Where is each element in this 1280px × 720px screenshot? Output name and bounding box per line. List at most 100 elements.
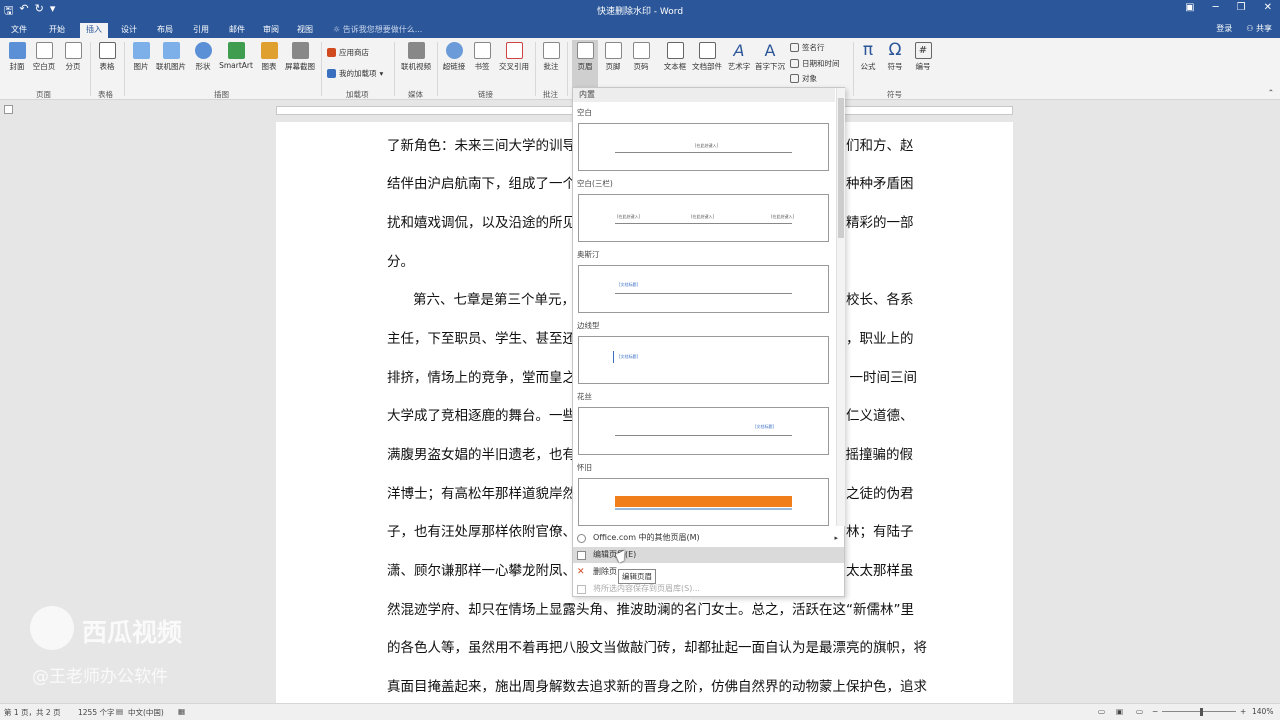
language[interactable]: 中文(中国) (128, 707, 164, 718)
remove-header-menu-item[interactable]: ✕ 删除页 (573, 564, 844, 580)
screenshot-icon (291, 42, 309, 59)
tab-mailings[interactable]: 邮件 (222, 23, 252, 38)
text-fragment: 精彩的一部 (846, 215, 914, 231)
text-fragment: ，职业上的 (846, 331, 914, 347)
bookmark-button[interactable]: 书签 (471, 42, 493, 72)
separator (124, 42, 125, 96)
gallery-item-title: 边线型 (577, 321, 600, 330)
tab-insert[interactable]: 插入 (80, 23, 108, 38)
gallery-item-austin[interactable]: [文档标题] (578, 265, 829, 313)
gallery-section-header: 内置 (573, 88, 835, 102)
gallery-item-filigree[interactable]: [文档标题] (578, 407, 829, 455)
tell-me-box[interactable]: ☼ 告诉我您想要做什么... (333, 24, 422, 35)
cover-page-button[interactable]: 封面 (6, 42, 28, 72)
tab-view[interactable]: 视图 (290, 23, 320, 38)
text-fragment: 林；有陆子 (846, 524, 914, 540)
hyperlink-button[interactable]: 超链接 (441, 42, 467, 72)
tab-file[interactable]: 文件 (4, 23, 34, 38)
gallery-item-retrospect[interactable] (578, 478, 829, 526)
gallery-item-blank[interactable]: [在此处键入] (578, 123, 829, 171)
print-layout-icon[interactable]: ▣ (1116, 707, 1123, 716)
zoom-out-icon[interactable]: − (1152, 707, 1158, 716)
my-addins-button[interactable]: 我的加载项 ▾ (327, 68, 383, 79)
macro-icon[interactable]: ▦ (178, 707, 185, 716)
page-break-button[interactable]: 分页 (62, 42, 84, 72)
word-count[interactable]: 1255 个字 (78, 707, 114, 718)
chevron-up-icon: ⌃ (1267, 88, 1274, 97)
table-button[interactable]: 表格 (96, 42, 118, 72)
web-layout-icon[interactable]: ▭ (1136, 707, 1143, 716)
comment-button[interactable]: 批注 (539, 42, 563, 72)
symbol-button[interactable]: Ω 符号 (884, 42, 906, 72)
footer-button[interactable]: 页脚 (601, 42, 625, 72)
header-gallery-dropdown: 内置 空白 [在此处键入] 空白(三栏) [在此处键入] [在此处键入] [在此… (572, 87, 845, 597)
online-picture-button[interactable]: 联机图片 (154, 42, 188, 72)
text-line: 扰和嬉戏调侃，以及沿途的所见 (387, 215, 576, 231)
share-button[interactable]: ⚇ 共享 (1246, 23, 1272, 34)
blank-page-button[interactable]: 空白页 (30, 42, 58, 72)
more-headers-label: Office.com 中的其他页眉(M) (593, 533, 700, 542)
text-fragment: 太太那样虽 (846, 563, 914, 579)
quick-parts-button[interactable]: 文档部件 (690, 42, 724, 72)
read-mode-icon[interactable]: ▭ (1098, 707, 1105, 716)
page-count[interactable]: 第 1 页，共 2 页 (4, 707, 61, 718)
tab-references[interactable]: 引用 (186, 23, 216, 38)
gallery-item-blank-three-column[interactable]: [在此处键入] [在此处键入] [在此处键入] (578, 194, 829, 242)
online-video-button[interactable]: 联机视频 (398, 42, 434, 72)
datetime-button[interactable]: 日期和时间 (790, 58, 840, 69)
gallery-scrollbar[interactable] (836, 88, 845, 526)
gallery-item-sideline[interactable]: [文档标题] (578, 336, 829, 384)
smartart-button[interactable]: SmartArt (218, 42, 254, 70)
picture-label: 图片 (133, 62, 149, 71)
dropcap-button[interactable]: A 首字下沉 (753, 42, 787, 72)
tab-selector[interactable] (4, 105, 13, 114)
wordart-icon: A (733, 41, 745, 60)
tab-layout[interactable]: 布局 (150, 23, 180, 38)
cross-reference-button[interactable]: 交叉引用 (496, 42, 532, 72)
more-headers-menu-item[interactable]: Office.com 中的其他页眉(M) ▸ (573, 530, 844, 546)
tab-home[interactable]: 开始 (42, 23, 72, 38)
signature-line-button[interactable]: 签名行 (790, 42, 825, 53)
edit-header-menu-item[interactable]: 编辑页眉(E) (573, 547, 844, 563)
user-area: 登录 ⚇ 共享 (1216, 23, 1272, 34)
proofing-icon[interactable]: ▤ (116, 707, 123, 716)
header-line (615, 152, 792, 153)
page-number-button[interactable]: 页码 (629, 42, 653, 72)
chart-button[interactable]: 图表 (258, 42, 280, 72)
login-link[interactable]: 登录 (1216, 23, 1232, 34)
cover-icon (8, 42, 26, 59)
window-title: 快速删除水印 - Word (596, 7, 684, 17)
vertical-scrollbar[interactable] (1268, 119, 1280, 703)
app-store-button[interactable]: 应用商店 (327, 47, 369, 58)
text-line: 潇、顾尔谦那样一心攀龙附凤、 (387, 563, 576, 579)
zoom-slider-thumb[interactable] (1200, 708, 1203, 716)
separator (321, 42, 322, 96)
object-button[interactable]: 对象 (790, 73, 817, 84)
text-fragment: 种种矛盾困 (846, 176, 914, 192)
close-icon[interactable]: ✕ (1264, 2, 1272, 13)
shapes-button[interactable]: 形状 (192, 42, 214, 72)
person-icon: ⚇ (1246, 24, 1256, 33)
save-selection-menu-item[interactable]: 将所选内容保存到页眉库(S)... (573, 581, 844, 597)
ribbon-options-icon[interactable]: ▣ (1185, 2, 1194, 13)
header-button[interactable]: 页眉 (572, 40, 598, 87)
number-button[interactable]: # 编号 (912, 42, 934, 72)
equation-button[interactable]: π 公式 (857, 42, 879, 72)
tab-review[interactable]: 审阅 (256, 23, 286, 38)
textbox-button[interactable]: 文本框 (660, 42, 690, 72)
window-controls: ▣ ─ ❐ ✕ (1185, 2, 1272, 13)
lightbulb-icon: ☼ (333, 25, 343, 34)
zoom-level[interactable]: 140% (1252, 707, 1273, 716)
zoom-slider[interactable] (1162, 711, 1236, 712)
picture-button[interactable]: 图片 (130, 42, 152, 72)
restore-icon[interactable]: ❐ (1237, 2, 1246, 13)
tab-design[interactable]: 设计 (114, 23, 144, 38)
gallery-scroll-thumb[interactable] (838, 98, 844, 238)
screenshot-button[interactable]: 屏幕截图 (282, 42, 318, 72)
edit-header-icon (577, 551, 586, 560)
wordart-button[interactable]: A 艺术字 (725, 42, 753, 72)
collapse-ribbon-button[interactable]: ⌃ (1268, 88, 1274, 97)
side-bar (613, 351, 614, 363)
zoom-in-icon[interactable]: + (1240, 707, 1246, 716)
minimize-icon[interactable]: ─ (1213, 2, 1219, 13)
